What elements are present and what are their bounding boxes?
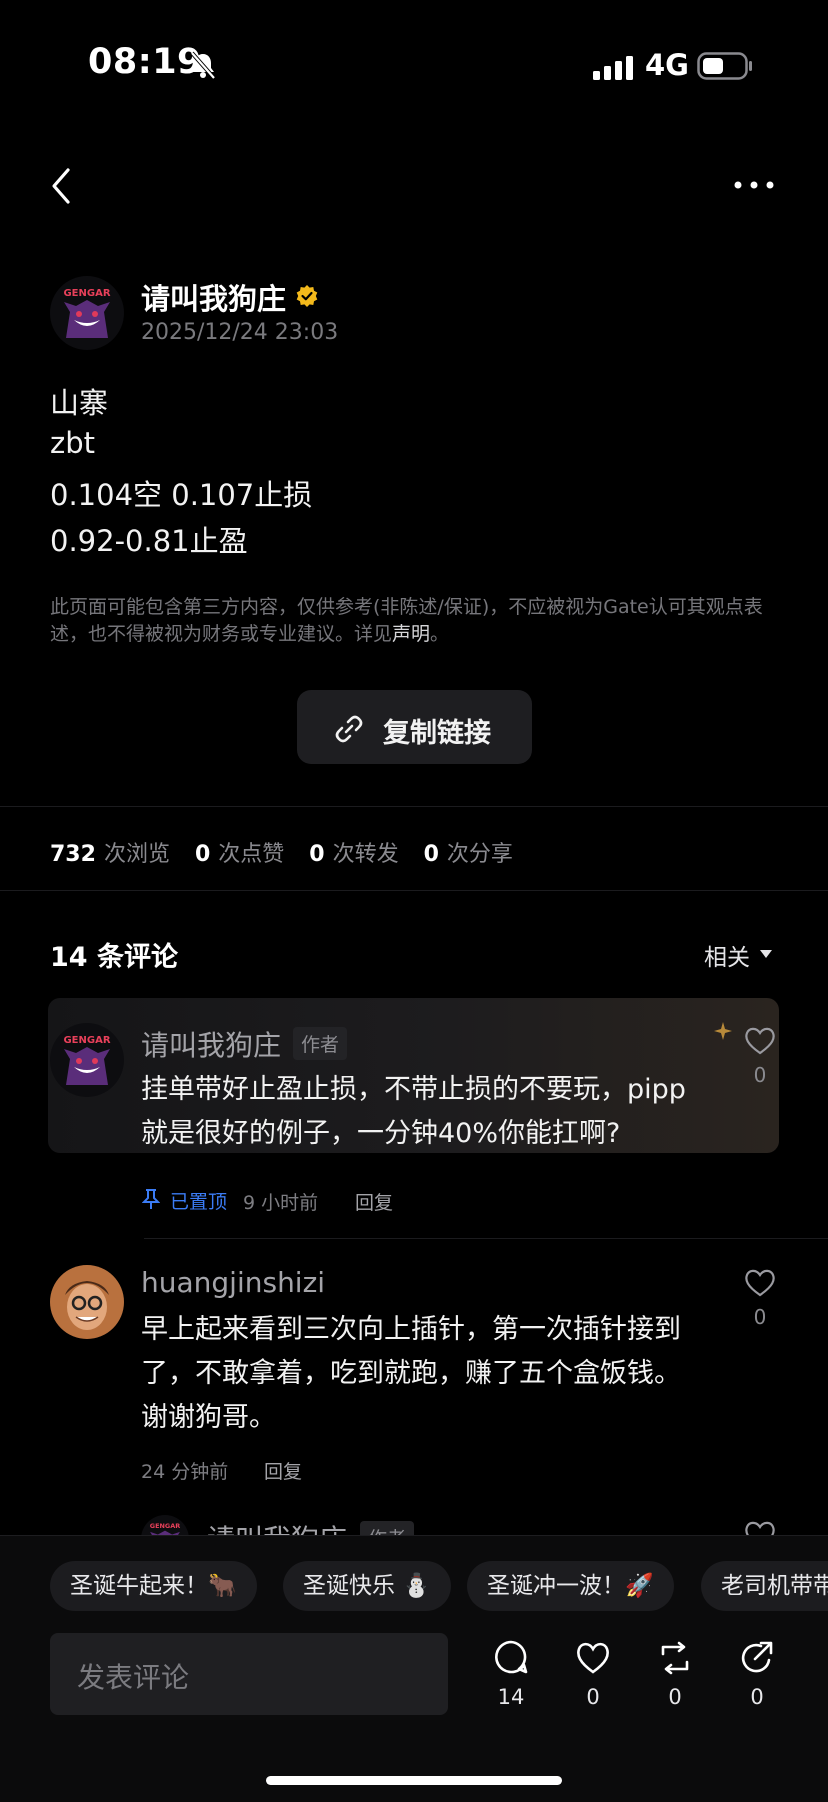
post-content-line: 0.92-0.81止盈 [50, 524, 248, 558]
disclaimer-end: 。 [430, 623, 450, 645]
comment-divider [144, 1238, 828, 1239]
sparkle-icon [714, 1022, 732, 1040]
like-count: 0 [753, 1305, 767, 1329]
home-indicator[interactable] [266, 1776, 562, 1785]
comment-text-line: 挂单带好止盈止损，不带止损的不要玩，pipp [141, 1074, 686, 1105]
quick-reply-chip[interactable]: 圣诞牛起来！🐂 [50, 1561, 257, 1611]
quick-reply-chip[interactable]: 圣诞冲一波！🚀 [467, 1561, 674, 1611]
post-timestamp: 2025/12/24 23:03 [141, 320, 339, 345]
views-count: 732 [50, 842, 96, 867]
pinned-label: 已置顶 [170, 1191, 228, 1213]
share-count: 0 [750, 1685, 764, 1709]
post-content-line: 0.104空 0.107止损 [50, 478, 313, 512]
quick-reply-chip[interactable]: 圣诞快乐 ⛄ [283, 1561, 451, 1611]
comment-time: 9 小时前 [243, 1192, 319, 1214]
sort-dropdown[interactable]: 相关 [704, 938, 750, 972]
comment-time: 24 分钟前 [141, 1461, 229, 1483]
comment-author-name[interactable]: huangjinshizi [141, 1266, 325, 1299]
bell-muted-icon [190, 51, 216, 80]
author-avatar[interactable]: GENGAR [50, 276, 124, 350]
comment-text: 早上起来看到三次向上插针，第一次插针接到 了，不敢拿着，吃到就跑，赚了五个盒饭钱… [141, 1308, 731, 1440]
disclaimer-link[interactable]: 声明 [392, 623, 430, 645]
author-tag: 作者 [293, 1027, 348, 1060]
caret-down-icon[interactable] [760, 950, 772, 958]
comment-text: 挂单带好止盈止损，不带止损的不要玩，pipp 就是很好的例子，一分钟40%你能扛… [141, 1068, 731, 1156]
status-time: 08:19 [88, 42, 202, 82]
comment-input-placeholder[interactable]: 发表评论 [77, 1656, 189, 1696]
avatar-text: GENGAR [63, 288, 110, 299]
pin-icon [142, 1189, 160, 1209]
reposts-count: 0 [309, 842, 325, 867]
repost-count: 0 [668, 1685, 682, 1709]
user-avatar-icon [50, 1265, 124, 1339]
reposts-label: 次转发 [332, 842, 399, 867]
comment-count: 14 [497, 1685, 525, 1709]
comment-icon[interactable] [493, 1639, 529, 1675]
comment-author-name[interactable]: 请叫我狗庄 [141, 1024, 281, 1064]
comment-text-line: 谢谢狗哥。 [141, 1402, 276, 1433]
post-content-line: 山寨 [50, 386, 109, 420]
battery-icon [697, 52, 752, 80]
more-options-icon[interactable] [733, 178, 775, 192]
divider [0, 806, 828, 807]
reply-button[interactable]: 回复 [264, 1457, 302, 1484]
disclaimer: 此页面可能包含第三方内容，仅供参考(非陈述/保证)，不应被视为Gate认可其观点… [50, 594, 780, 648]
share-icon[interactable] [739, 1640, 775, 1676]
likes-label: 次点赞 [218, 842, 285, 867]
avatar-text: GENGAR [63, 1035, 110, 1046]
heart-icon[interactable] [743, 1026, 777, 1056]
comment-text-line: 就是很好的例子，一分钟40%你能扛啊? [141, 1118, 621, 1149]
like-count: 0 [586, 1685, 600, 1709]
comment-text-line: 早上起来看到三次向上插针，第一次插针接到 [141, 1314, 681, 1345]
post-stats: 732 次浏览 0 次点赞 0 次转发 0 次分享 [50, 836, 531, 868]
like-count: 0 [753, 1063, 767, 1087]
likes-count: 0 [194, 842, 211, 867]
reply-button[interactable]: 回复 [355, 1188, 393, 1215]
comments-title: 14 条评论 [50, 942, 178, 973]
comment-text-line: 了，不敢拿着，吃到就跑，赚了五个盒饭钱。 [141, 1358, 681, 1389]
gengar-avatar-icon: GENGAR [50, 276, 124, 350]
quick-reply-chip[interactable]: 老司机带带 [701, 1561, 828, 1611]
shares-count: 0 [423, 842, 439, 867]
gengar-avatar-icon: GENGAR [50, 1023, 124, 1097]
post-content-line: zbt [50, 426, 96, 460]
heart-icon[interactable] [575, 1640, 611, 1676]
verified-badge-icon [296, 285, 318, 307]
views-label: 次浏览 [103, 842, 170, 867]
comment-avatar[interactable]: GENGAR [50, 1023, 124, 1097]
divider [0, 890, 828, 891]
heart-icon[interactable] [743, 1268, 777, 1298]
comment-avatar[interactable] [50, 1265, 124, 1339]
network-label: 4G [645, 48, 689, 82]
avatar-text: GENGAR [150, 1522, 180, 1530]
back-arrow-icon[interactable] [44, 164, 80, 208]
copy-link-label: 复制链接 [383, 718, 491, 749]
author-name[interactable]: 请叫我狗庄 [141, 276, 286, 318]
link-icon [335, 715, 363, 743]
signal-icon [593, 56, 633, 80]
repost-icon[interactable] [657, 1640, 693, 1676]
shares-label: 次分享 [446, 842, 513, 867]
